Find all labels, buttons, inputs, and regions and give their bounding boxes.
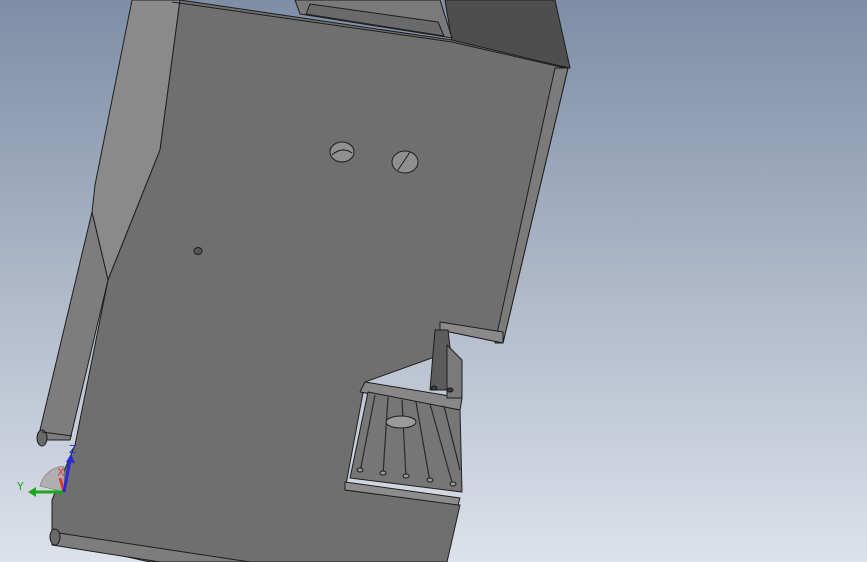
triad-z-label: Z [69,443,77,456]
model-boss-left [329,141,355,163]
model-oval-boss [385,415,417,429]
model-small-hole-2 [446,387,454,393]
model-small-hole-3 [193,247,203,255]
triad-x-label: X [57,466,65,479]
model-rail-end-bottom [49,528,61,546]
model-small-hole-1 [430,385,438,391]
triad-y-label: Y [16,480,24,493]
cad-3d-viewport[interactable]: Z Y X [0,0,867,562]
model-boss-right [391,150,419,174]
model-scene[interactable]: Z Y X [0,0,867,562]
